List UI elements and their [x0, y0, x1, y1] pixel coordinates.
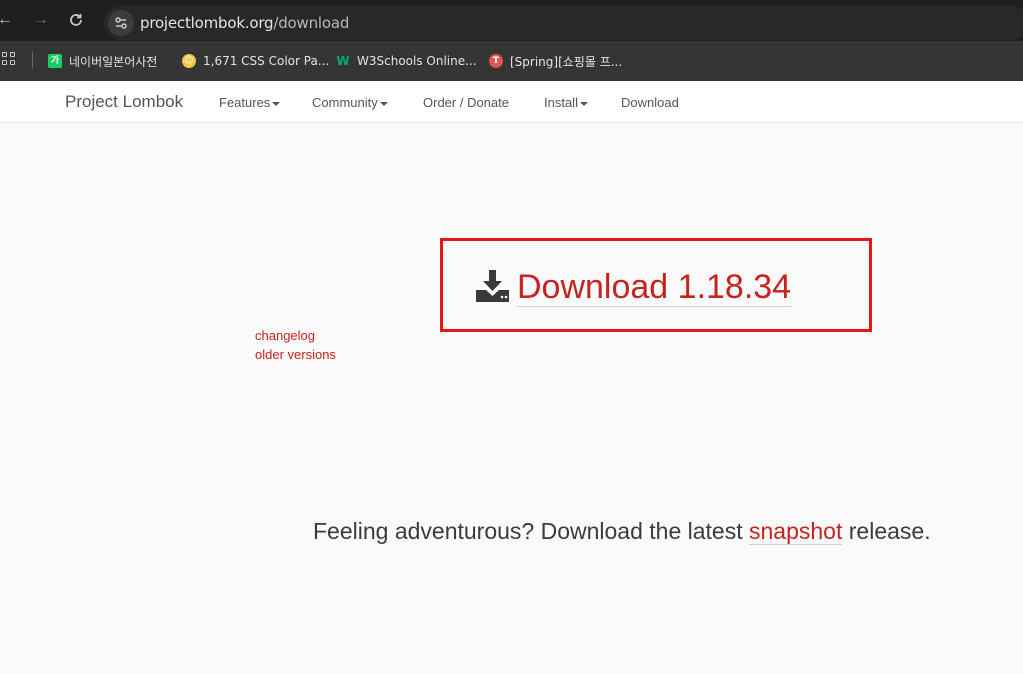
bookmark-label: 네이버일본어사전: [69, 54, 158, 69]
brand-link[interactable]: Project Lombok: [65, 92, 183, 112]
download-icon[interactable]: [476, 270, 509, 302]
nav-install-label: Install: [544, 95, 578, 110]
reload-icon[interactable]: [68, 12, 84, 28]
bookmark-spring-shop[interactable]: T [Spring][쇼핑몰 프...: [489, 52, 622, 70]
bookmarks-divider: [32, 52, 33, 68]
bookmark-label: W3Schools Online...: [357, 54, 477, 68]
apps-grid-icon[interactable]: [2, 52, 16, 66]
url-text[interactable]: projectlombok.org/download: [140, 14, 349, 32]
download-button[interactable]: Download 1.18.34: [517, 268, 792, 307]
url-host: projectlombok.org: [140, 14, 274, 32]
naver-dictionary-icon: 가: [48, 54, 62, 68]
nav-download[interactable]: Download: [621, 95, 679, 110]
nav-features-label: Features: [219, 95, 271, 110]
snapshot-link[interactable]: snapshot: [749, 518, 843, 545]
snapshot-suffix: release.: [842, 518, 931, 544]
bookmark-w3schools[interactable]: W W3Schools Online...: [336, 52, 477, 70]
back-arrow-icon[interactable]: ←: [0, 12, 13, 28]
bookmark-css-colors[interactable]: ☺ 1,671 CSS Color Pa...: [182, 52, 329, 70]
nav-order-donate[interactable]: Order / Donate: [423, 95, 509, 110]
older-versions-link[interactable]: older versions: [255, 347, 336, 362]
caret-down-icon: [579, 101, 588, 106]
url-path: /download: [273, 14, 350, 32]
changelog-link[interactable]: changelog: [255, 328, 315, 343]
caret-down-icon: [379, 101, 388, 106]
css-color-icon: ☺: [182, 54, 196, 68]
w3schools-icon: W: [336, 54, 350, 68]
bookmark-label: 1,671 CSS Color Pa...: [203, 54, 330, 68]
forward-arrow-icon[interactable]: →: [33, 12, 49, 28]
snapshot-text: Feeling adventurous? Download the latest…: [313, 518, 931, 545]
snapshot-prefix: Feeling adventurous? Download the latest: [313, 518, 750, 544]
bookmark-label: [Spring][쇼핑몰 프...: [510, 54, 623, 69]
caret-down-icon: [272, 101, 281, 106]
site-info-icon[interactable]: [108, 10, 134, 36]
nav-features[interactable]: Features: [219, 95, 281, 110]
spring-icon: T: [489, 54, 503, 68]
bookmark-naver-dictionary[interactable]: 가 네이버일본어사전: [48, 52, 157, 70]
nav-community-label: Community: [312, 95, 378, 110]
nav-install[interactable]: Install: [544, 95, 588, 110]
nav-community[interactable]: Community: [312, 95, 388, 110]
